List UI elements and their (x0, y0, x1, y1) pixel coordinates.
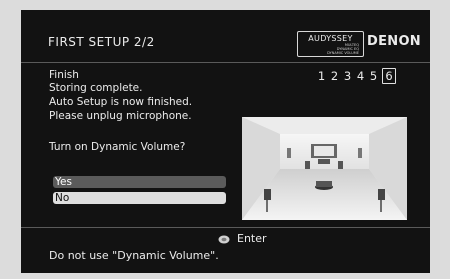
guide-text: Do not use "Dynamic Volume". (49, 249, 219, 262)
option-yes[interactable]: Yes (53, 176, 226, 188)
brand-logo: DENON (367, 34, 421, 49)
step-number: 5 (369, 69, 378, 83)
question-text: Turn on Dynamic Volume? (49, 141, 186, 153)
step-number: 4 (356, 69, 365, 83)
step-number: 2 (330, 69, 339, 83)
status-message: Storing complete. (49, 82, 143, 94)
enter-hint-label: Enter (237, 232, 267, 245)
audyssey-logo-subtext: MULTEQ DYNAMIC EQ DYNAMIC VOLUME (327, 43, 359, 55)
audyssey-logo-text: AUDYSSEY (308, 34, 353, 43)
audyssey-logo-subtext-line: DYNAMIC VOLUME (327, 50, 359, 55)
step-number: 3 (343, 69, 352, 83)
step-number-active: 6 (382, 68, 396, 84)
divider (21, 227, 430, 228)
header: FIRST SETUP 2/2 AUDYSSEY MULTEQ DYNAMIC … (21, 10, 430, 62)
status-message: Please unplug microphone. (49, 110, 192, 122)
page-title: FIRST SETUP 2/2 (48, 35, 155, 49)
divider (21, 62, 430, 63)
step-indicator: 123456 (315, 68, 396, 84)
step-number: 1 (317, 69, 326, 83)
status-message: Auto Setup is now finished. (49, 96, 193, 108)
speaker-room-illustration (242, 117, 407, 220)
setup-screen: FIRST SETUP 2/2 AUDYSSEY MULTEQ DYNAMIC … (21, 10, 430, 273)
enter-button-icon (218, 235, 230, 244)
section-title: Finish (49, 69, 79, 81)
option-no[interactable]: No (53, 192, 226, 204)
audyssey-logo: AUDYSSEY MULTEQ DYNAMIC EQ DYNAMIC VOLUM… (297, 31, 364, 57)
